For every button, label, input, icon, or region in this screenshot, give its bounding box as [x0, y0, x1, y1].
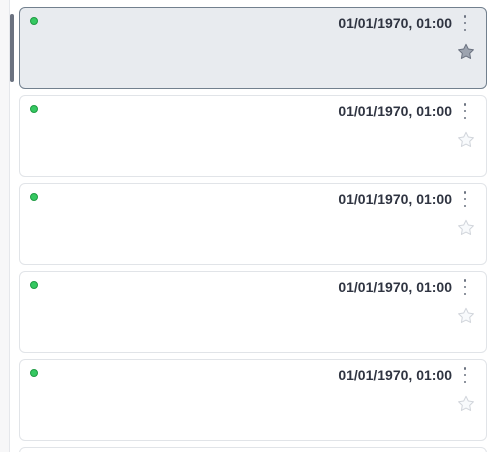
star-icon[interactable] [456, 130, 476, 150]
kebab-menu-icon[interactable] [460, 367, 470, 383]
list-item[interactable]: 01/01/1970, 01:00 [19, 359, 487, 441]
star-icon[interactable] [456, 306, 476, 326]
list-item[interactable]: 01/01/1970, 01:00 [19, 183, 487, 265]
left-rail [0, 0, 10, 452]
list-item[interactable]: 01/01/1970, 01:00 [19, 95, 487, 177]
timestamp: 01/01/1970, 01:00 [338, 191, 452, 207]
status-dot [30, 17, 38, 25]
status-dot [30, 193, 38, 201]
star-icon[interactable] [456, 218, 476, 238]
scrollbar-thumb[interactable] [10, 14, 14, 82]
kebab-menu-icon[interactable] [460, 15, 470, 31]
star-icon[interactable] [456, 42, 476, 62]
kebab-menu-icon[interactable] [460, 103, 470, 119]
message-list-view: 01/01/1970, 01:00 01/01/1970, 01:00 01/0… [0, 0, 498, 452]
list-item[interactable]: 01/01/1970, 01:00 [19, 7, 487, 89]
card-list: 01/01/1970, 01:00 01/01/1970, 01:00 01/0… [19, 7, 487, 452]
status-dot [30, 369, 38, 377]
star-icon[interactable] [456, 394, 476, 414]
timestamp: 01/01/1970, 01:00 [338, 15, 452, 31]
kebab-menu-icon[interactable] [460, 191, 470, 207]
status-dot [30, 281, 38, 289]
timestamp: 01/01/1970, 01:00 [338, 279, 452, 295]
timestamp: 01/01/1970, 01:00 [338, 103, 452, 119]
kebab-menu-icon[interactable] [460, 279, 470, 295]
status-dot [30, 105, 38, 113]
timestamp: 01/01/1970, 01:00 [338, 367, 452, 383]
list-item[interactable]: 01/01/1970, 01:00 [19, 271, 487, 353]
list-item-partial[interactable] [19, 447, 487, 452]
